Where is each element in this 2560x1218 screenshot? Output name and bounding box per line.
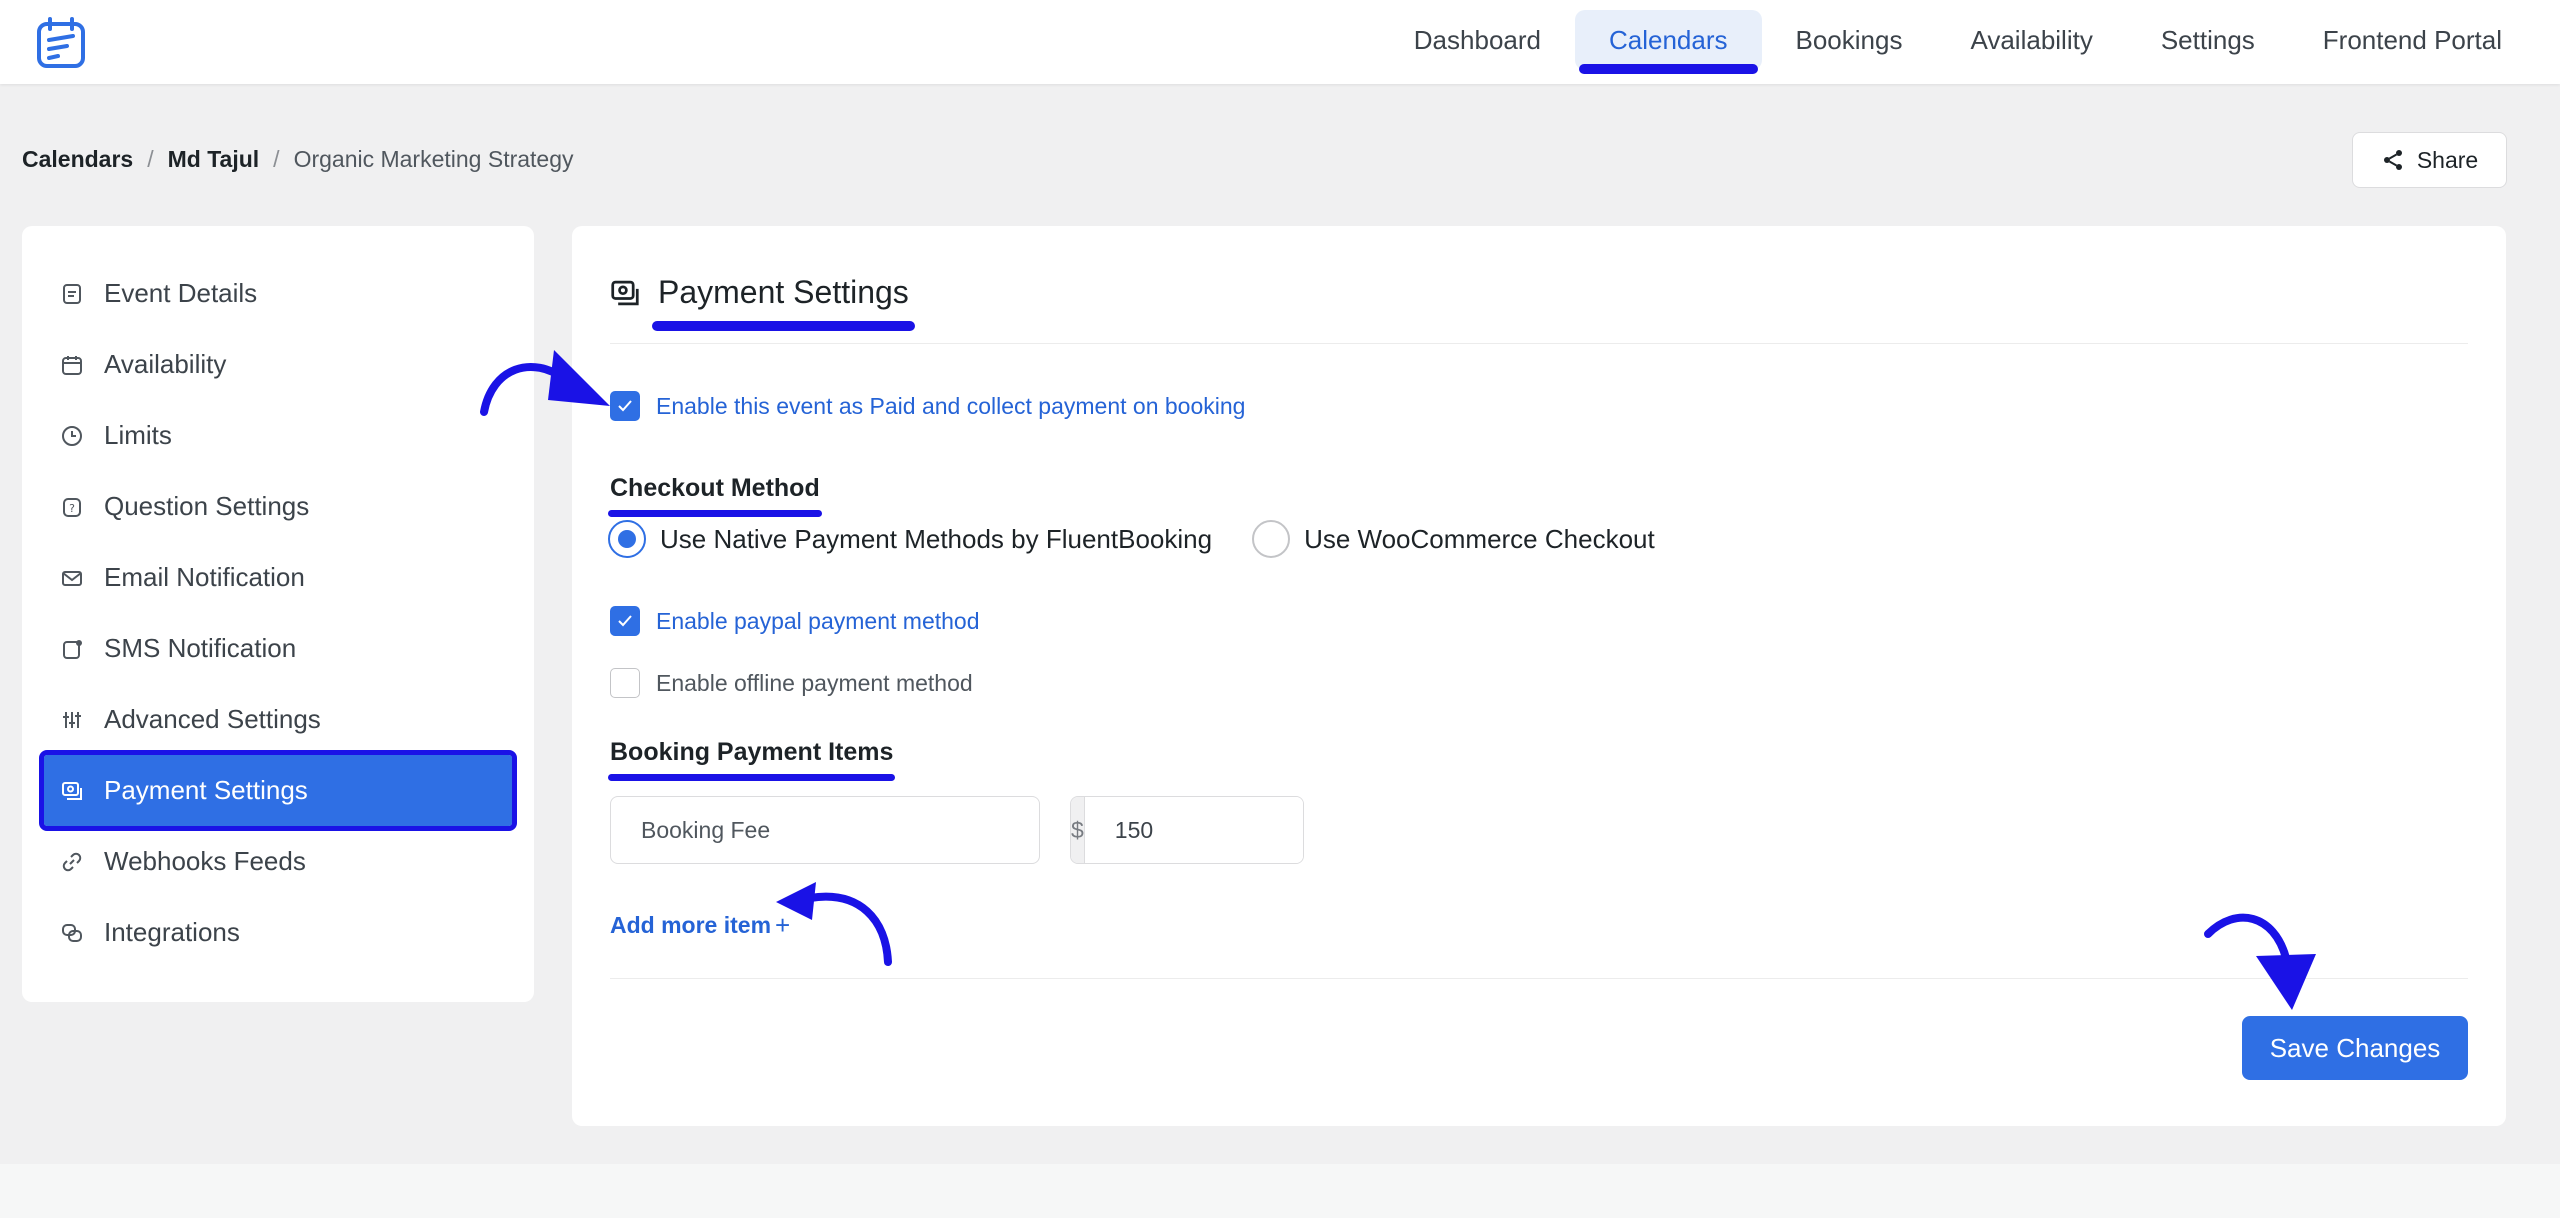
sidebar-item-integrations[interactable]: Integrations: [22, 897, 534, 968]
sidebar-item-webhooks-feeds[interactable]: Webhooks Feeds: [22, 826, 534, 897]
annotation-arrow-icon: [480, 350, 610, 416]
radio-button[interactable]: [608, 520, 646, 558]
annotation-underline: [652, 321, 915, 331]
nav-availability[interactable]: Availability: [1936, 10, 2126, 70]
integrations-icon: [60, 921, 84, 945]
sidebar-item-sms-notification[interactable]: SMS Notification: [22, 613, 534, 684]
sidebar-item-event-details[interactable]: Event Details: [22, 258, 534, 329]
radio-woocommerce-checkout[interactable]: Use WooCommerce Checkout: [1252, 520, 1655, 558]
panel-header: Payment Settings: [610, 274, 915, 331]
save-changes-button[interactable]: Save Changes: [2242, 1016, 2468, 1080]
offline-label: Enable offline payment method: [656, 669, 973, 696]
annotation-underline: [1578, 64, 1758, 74]
item-name-input[interactable]: [610, 796, 1040, 864]
sidebar-item-label: Integrations: [104, 917, 240, 947]
breadcrumb-user[interactable]: Md Tajul: [168, 146, 260, 173]
sidebar-item-label: Payment Settings: [104, 775, 308, 805]
paypal-label: Enable paypal payment method: [656, 607, 980, 634]
enable-paid-checkbox-row[interactable]: Enable this event as Paid and collect pa…: [610, 391, 1245, 421]
item-price-group: $: [1070, 796, 1304, 864]
sidebar-item-email-notification[interactable]: Email Notification: [22, 542, 534, 613]
paypal-checkbox-row[interactable]: Enable paypal payment method: [610, 606, 980, 636]
question-icon: ?: [60, 495, 84, 519]
page-title-text: Payment Settings: [658, 274, 909, 310]
sidebar-item-label: SMS Notification: [104, 633, 297, 663]
calendar-icon: [60, 353, 84, 377]
link-icon: [60, 850, 84, 874]
nav-label: Calendars: [1608, 24, 1728, 55]
annotation-arrow-icon: [2204, 913, 2316, 1010]
nav-label: Dashboard: [1413, 24, 1541, 55]
nav-label: Availability: [1970, 24, 2093, 55]
nav-label: Frontend Portal: [2322, 24, 2502, 55]
sliders-icon: [60, 708, 84, 732]
currency-symbol: $: [1071, 797, 1085, 863]
paypal-checkbox[interactable]: [610, 606, 640, 636]
sidebar-item-label: Availability: [104, 349, 227, 379]
add-more-item-link[interactable]: Add more item +: [610, 910, 790, 941]
radio-button[interactable]: [1252, 520, 1291, 558]
offline-checkbox-row[interactable]: Enable offline payment method: [610, 668, 973, 698]
nav-bookings[interactable]: Bookings: [1762, 10, 1937, 70]
booking-payment-items-title: Booking Payment Items: [608, 738, 896, 781]
offline-checkbox[interactable]: [610, 668, 640, 698]
sidebar-item-label: Limits: [104, 420, 172, 450]
radio-label: Use WooCommerce Checkout: [1304, 523, 1655, 554]
nav-dashboard[interactable]: Dashboard: [1380, 10, 1575, 70]
sidebar-item-label: Email Notification: [104, 562, 305, 592]
radio-label: Use Native Payment Methods by FluentBook…: [660, 523, 1213, 554]
sidebar-item-limits[interactable]: Limits: [22, 400, 534, 471]
page-title: Payment Settings: [652, 274, 915, 331]
breadcrumb-separator: /: [273, 146, 280, 172]
fluentbooking-logo-icon[interactable]: [34, 16, 88, 70]
main-nav: Dashboard Calendars Bookings Availabilit…: [1380, 10, 2536, 74]
radio-dot: [618, 530, 636, 548]
share-button[interactable]: Share: [2352, 132, 2507, 188]
checkout-method-title: Checkout Method: [608, 474, 822, 517]
divider: [610, 343, 2468, 344]
sidebar-item-availability[interactable]: Availability: [22, 329, 534, 400]
divider: [610, 978, 2468, 979]
footer-band: [0, 1164, 2560, 1218]
sms-icon: [60, 637, 84, 661]
settings-sidebar: Event Details Availability Limits ? Ques…: [22, 226, 534, 1002]
sidebar-item-label: Question Settings: [104, 491, 310, 521]
check-icon: [618, 615, 632, 627]
item-price-input[interactable]: [1084, 797, 1303, 863]
annotation-underline: [608, 510, 822, 517]
nav-calendars[interactable]: Calendars: [1574, 10, 1762, 74]
document-icon: [60, 282, 84, 306]
breadcrumb-event: Organic Marketing Strategy: [293, 146, 574, 172]
payment-icon: [611, 280, 639, 305]
nav-label: Bookings: [1795, 24, 1903, 55]
enable-paid-label: Enable this event as Paid and collect pa…: [656, 392, 1246, 419]
section-title-text: Booking Payment Items: [610, 738, 894, 766]
share-label: Share: [2416, 146, 2479, 173]
nav-label: Settings: [2160, 24, 2255, 55]
sidebar-item-advanced-settings[interactable]: Advanced Settings: [22, 684, 534, 755]
sidebar-item-payment-settings[interactable]: Payment Settings: [39, 750, 517, 831]
breadcrumb-calendars[interactable]: Calendars: [22, 146, 133, 173]
radio-native-payment[interactable]: Use Native Payment Methods by FluentBook…: [608, 520, 1212, 558]
breadcrumb: Calendars / Md Tajul / Organic Marketing…: [22, 146, 574, 173]
nav-frontend-portal[interactable]: Frontend Portal: [2289, 10, 2536, 70]
sidebar-item-question-settings[interactable]: ? Question Settings: [22, 471, 534, 542]
payment-icon: [60, 779, 84, 803]
checkout-method-options: Use Native Payment Methods by FluentBook…: [608, 520, 1695, 558]
svg-text:?: ?: [69, 502, 75, 515]
breadcrumb-separator: /: [147, 146, 154, 172]
clock-icon: [60, 424, 84, 448]
sidebar-item-label: Webhooks Feeds: [104, 846, 306, 876]
mail-icon: [60, 566, 84, 590]
share-icon: [2383, 150, 2402, 170]
sidebar-item-label: Event Details: [104, 278, 258, 308]
nav-settings[interactable]: Settings: [2127, 10, 2289, 70]
top-navigation-bar: Dashboard Calendars Bookings Availabilit…: [0, 0, 2560, 84]
add-more-label: Add more item: [610, 912, 772, 938]
sidebar-item-label: Advanced Settings: [104, 704, 321, 734]
section-title-text: Checkout Method: [610, 474, 820, 502]
annotation-arrow-icon: [776, 882, 892, 966]
annotation-underline: [608, 774, 896, 781]
